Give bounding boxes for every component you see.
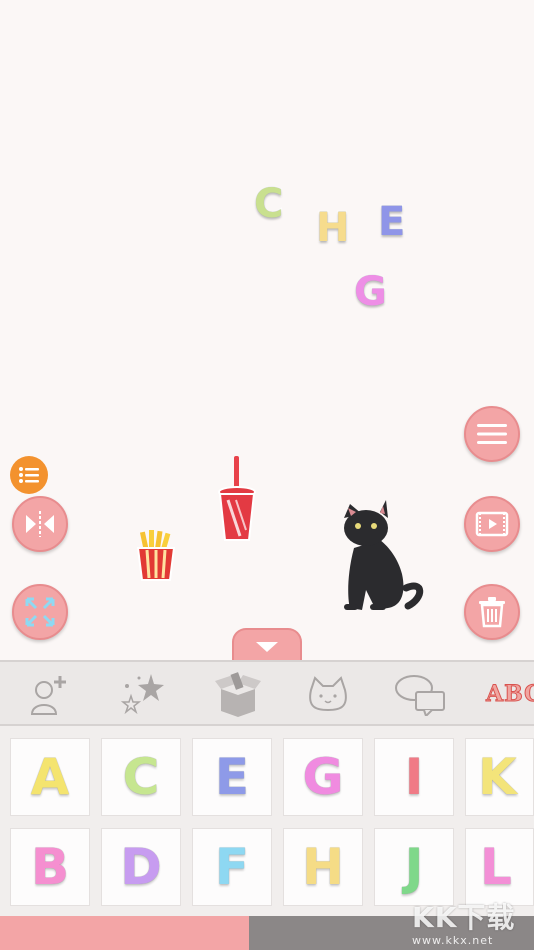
canvas-letter-c[interactable]: C [253,183,284,225]
letter-grid: A C E G I K B D F H J L [0,726,534,916]
letter-tile-g[interactable]: G [283,738,363,816]
tile-letter: A [30,748,71,806]
expand-icon [25,597,55,627]
menu-icon [477,424,507,444]
box-items-icon [215,672,261,717]
tile-letter: E [214,748,250,806]
soda-cup-sticker[interactable] [214,456,260,544]
abc-label: ABC [486,681,534,708]
menu-button[interactable] [464,406,520,462]
letter-tile-j[interactable]: J [374,828,454,906]
tile-letter: G [301,748,344,806]
tile-letter: H [301,838,345,896]
canvas-letter-e[interactable]: E [377,201,406,243]
list-icon [19,467,39,483]
letter-tile-f[interactable]: F [192,828,272,906]
tile-letter: C [122,748,161,806]
chat-bubbles-icon [395,675,445,716]
letter-tile-i[interactable]: I [374,738,454,816]
sticker-canvas[interactable]: C H E G [0,0,534,660]
watermark: KK下载 www.kkx.net [412,896,532,950]
french-fries-sticker[interactable] [134,530,178,582]
category-items[interactable] [208,670,268,718]
cat-face-icon [309,676,347,712]
canvas-letter-h[interactable]: H [315,207,351,249]
category-effects[interactable] [112,670,172,718]
letter-tile-a[interactable]: A [10,738,90,816]
tile-letter: L [479,838,513,896]
flip-button[interactable] [12,496,68,552]
preview-button[interactable] [464,496,520,552]
letter-tile-e[interactable]: E [192,738,272,816]
chevron-down-icon [256,642,278,652]
collapse-panel-tab[interactable] [232,628,302,664]
letter-tile-b[interactable]: B [10,828,90,906]
category-speech[interactable] [390,670,450,718]
scale-button[interactable] [12,584,68,640]
category-bar: ABC [0,660,534,726]
letter-tile-l[interactable]: L [465,828,534,906]
tile-letter: D [119,838,162,896]
tile-letter: I [404,748,425,806]
category-alphabet[interactable]: ABC [486,670,534,718]
trash-icon [479,597,505,628]
letter-tile-d[interactable]: D [101,828,181,906]
tile-letter: K [477,748,518,806]
delete-button[interactable] [464,584,520,640]
stars-icon [120,674,164,715]
avatar-add-icon [30,676,66,715]
letter-tile-h[interactable]: H [283,828,363,906]
tile-letter: J [404,838,425,896]
black-cat-sticker[interactable] [336,498,426,616]
tile-letter: F [214,838,250,896]
bottom-tab-active[interactable] [0,916,249,950]
flip-horizontal-icon [26,511,54,537]
letter-tile-c[interactable]: C [101,738,181,816]
category-character[interactable] [18,670,78,718]
watermark-title: KK下载 [412,901,516,934]
preview-play-icon [475,511,509,537]
letter-tile-k[interactable]: K [465,738,534,816]
layer-list-button[interactable] [10,456,48,494]
tile-letter: B [30,838,70,896]
canvas-letter-g[interactable]: G [353,271,388,313]
category-pets[interactable] [298,670,358,718]
